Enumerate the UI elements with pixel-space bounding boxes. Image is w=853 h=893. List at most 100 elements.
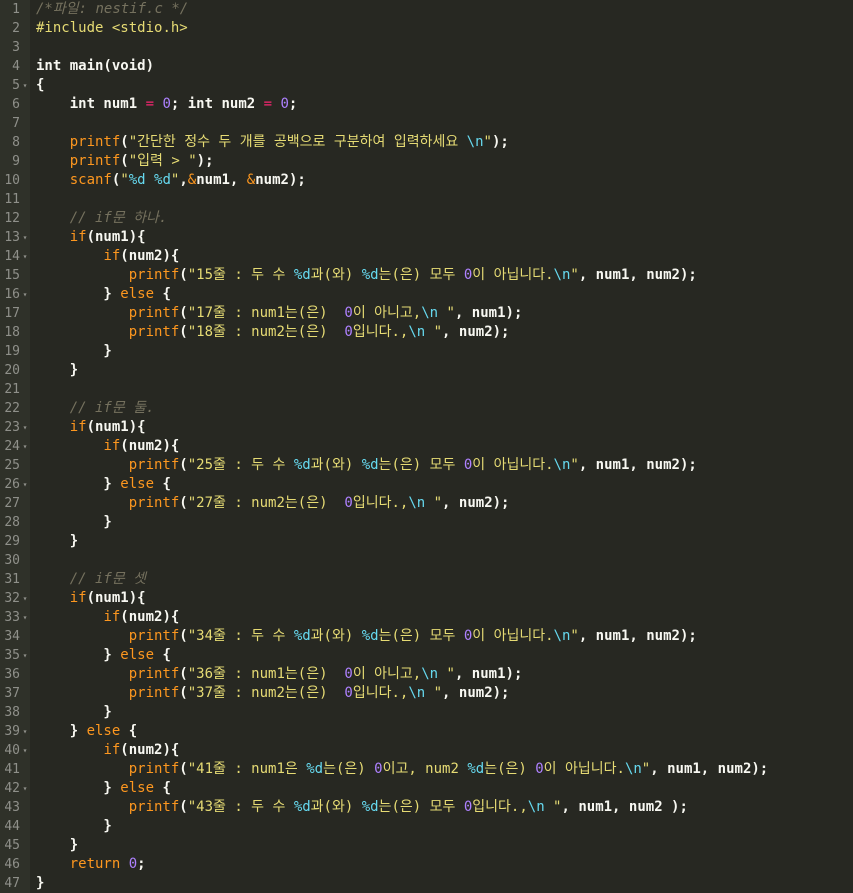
code-text: } else { [36, 722, 137, 741]
code-line[interactable]: 23 ▾ if(num1){ [0, 418, 853, 437]
code-line[interactable]: 13 ▾ if(num1){ [0, 228, 853, 247]
code-token: ; [288, 96, 298, 112]
code-token: 입니다., [352, 324, 409, 340]
line-number: 29 [4, 534, 20, 549]
fold-toggle-icon[interactable]: ▾ [21, 247, 29, 266]
code-line[interactable]: 5 ▾ { [0, 76, 853, 95]
code-token: " [438, 305, 455, 321]
code-line[interactable]: 12 // if문 하나. [0, 209, 853, 228]
code-line[interactable]: 47} [0, 874, 853, 893]
code-line[interactable]: 34 printf("34줄 : 두 수 %d과(와) %d는(은) 모두 0이… [0, 627, 853, 646]
fold-toggle-icon[interactable]: ▾ [21, 475, 29, 494]
code-token: 0 [344, 324, 353, 340]
fold-toggle-icon[interactable]: ▾ [21, 589, 29, 608]
code-line[interactable]: 41 printf("41줄 : num1은 %d는(은) 0이고, num2 … [0, 760, 853, 779]
code-line[interactable]: 18 printf("18줄 : num2는(은) 0입니다.,\n ", nu… [0, 323, 853, 342]
code-token: 이 아니고, [352, 666, 422, 682]
code-token: 0 [344, 305, 353, 321]
code-line[interactable]: 25 printf("25줄 : 두 수 %d과(와) %d는(은) 모두 0이… [0, 456, 853, 475]
fold-toggle-icon[interactable]: ▾ [21, 608, 29, 627]
code-token: } [36, 723, 87, 739]
fold-toggle-icon[interactable]: ▾ [21, 741, 29, 760]
code-token: else [86, 723, 121, 739]
code-line[interactable]: 33 ▾ if(num2){ [0, 608, 853, 627]
code-token: " [425, 685, 443, 701]
code-line[interactable]: 2 #include <stdio.h> [0, 19, 853, 38]
code-text: if(num2){ [36, 437, 179, 456]
code-token: ( [179, 457, 188, 473]
code-text: #include <stdio.h> [36, 19, 188, 38]
code-line[interactable]: 28 } [0, 513, 853, 532]
code-text: printf("41줄 : num1은 %d는(은) 0이고, num2 %d는… [36, 760, 769, 779]
fold-toggle-icon[interactable]: ▾ [21, 228, 29, 247]
code-line[interactable]: 46 return 0; [0, 855, 853, 874]
code-token: 는(은) [484, 761, 536, 777]
code-line[interactable]: 40 ▾ if(num2){ [0, 741, 853, 760]
fold-toggle-icon[interactable]: ▾ [21, 418, 29, 437]
code-token: ( [179, 685, 188, 701]
fold-toggle-icon[interactable]: ▾ [21, 779, 29, 798]
code-token: , num1); [454, 305, 523, 321]
line-number: 6 [12, 97, 20, 112]
code-line[interactable]: 45 } [0, 836, 853, 855]
code-line[interactable]: 24 ▾ if(num2){ [0, 437, 853, 456]
code-line[interactable]: 29 } [0, 532, 853, 551]
fold-toggle-icon[interactable]: ▾ [21, 285, 29, 304]
code-line[interactable]: 32 ▾ if(num1){ [0, 589, 853, 608]
code-line[interactable]: 44 } [0, 817, 853, 836]
fold-toggle-icon[interactable]: ▾ [21, 76, 29, 95]
code-line[interactable]: 19 } [0, 342, 853, 361]
fold-toggle-icon[interactable]: ▾ [21, 646, 29, 665]
code-line[interactable]: 38 } [0, 703, 853, 722]
code-line[interactable]: 14 ▾ if(num2){ [0, 247, 853, 266]
code-token: "18줄 : num2는(은) [187, 324, 345, 340]
code-line[interactable]: 37 printf("37줄 : num2는(은) 0입니다.,\n ", nu… [0, 684, 853, 703]
code-line[interactable]: 1 /*파일: nestif.c */ [0, 0, 853, 19]
code-token: ( [179, 666, 188, 682]
code-line[interactable]: 42 ▾ } else { [0, 779, 853, 798]
fold-toggle-icon[interactable]: ▾ [21, 437, 29, 456]
code-line[interactable]: 43 printf("43줄 : 두 수 %d과(와) %d는(은) 모두 0입… [0, 798, 853, 817]
code-token: } [36, 286, 121, 302]
code-line[interactable]: 27 printf("27줄 : num2는(은) 0입니다.,\n ", nu… [0, 494, 853, 513]
code-line[interactable]: 9 printf("입력 > "); [0, 152, 853, 171]
code-line[interactable]: 15 printf("15줄 : 두 수 %d과(와) %d는(은) 모두 0이… [0, 266, 853, 285]
fold-toggle-icon[interactable]: ▾ [21, 722, 29, 741]
code-token: printf [69, 134, 121, 150]
code-line[interactable]: 3 [0, 38, 853, 57]
code-line[interactable]: 20 } [0, 361, 853, 380]
code-token: ( [179, 628, 188, 644]
code-line[interactable]: 8 printf("간단한 정수 두 개를 공백으로 구분하여 입력하세요 \n… [0, 133, 853, 152]
code-text: { [36, 76, 44, 95]
code-line[interactable]: 22 // if문 둘. [0, 399, 853, 418]
code-text: if(num1){ [36, 228, 146, 247]
code-text: } else { [36, 475, 170, 494]
code-line[interactable]: 31 // if문 셋 [0, 570, 853, 589]
code-token: & [187, 172, 197, 188]
code-line[interactable]: 21 [0, 380, 853, 399]
code-line[interactable]: 6 int num1 = 0; int num2 = 0; [0, 95, 853, 114]
code-line[interactable]: 26 ▾ } else { [0, 475, 853, 494]
code-line[interactable]: 36 printf("36줄 : num1는(은) 0이 아니고,\n ", n… [0, 665, 853, 684]
code-line[interactable]: 35 ▾ } else { [0, 646, 853, 665]
code-line[interactable]: 17 printf("17줄 : num1는(은) 0이 아니고,\n ", n… [0, 304, 853, 323]
code-token: { [154, 780, 171, 796]
code-line[interactable]: 39 ▾ } else { [0, 722, 853, 741]
line-number: 22 [4, 401, 20, 416]
code-line[interactable]: 10 scanf("%d %d",&num1, &num2); [0, 171, 853, 190]
code-line[interactable]: 16 ▾ } else { [0, 285, 853, 304]
code-line[interactable]: 11 [0, 190, 853, 209]
line-number: 32 [4, 591, 20, 606]
code-line[interactable]: 4 int main(void) [0, 57, 853, 76]
line-number: 41 [4, 762, 20, 777]
code-token: 0 [344, 495, 353, 511]
code-line[interactable]: 30 [0, 551, 853, 570]
code-token: if [103, 609, 121, 625]
code-line[interactable]: 7 [0, 114, 853, 133]
code-token: num1, [196, 172, 247, 188]
code-editor[interactable]: 1/*파일: nestif.c */2 #include <stdio.h> 3 4 i… [0, 0, 853, 893]
